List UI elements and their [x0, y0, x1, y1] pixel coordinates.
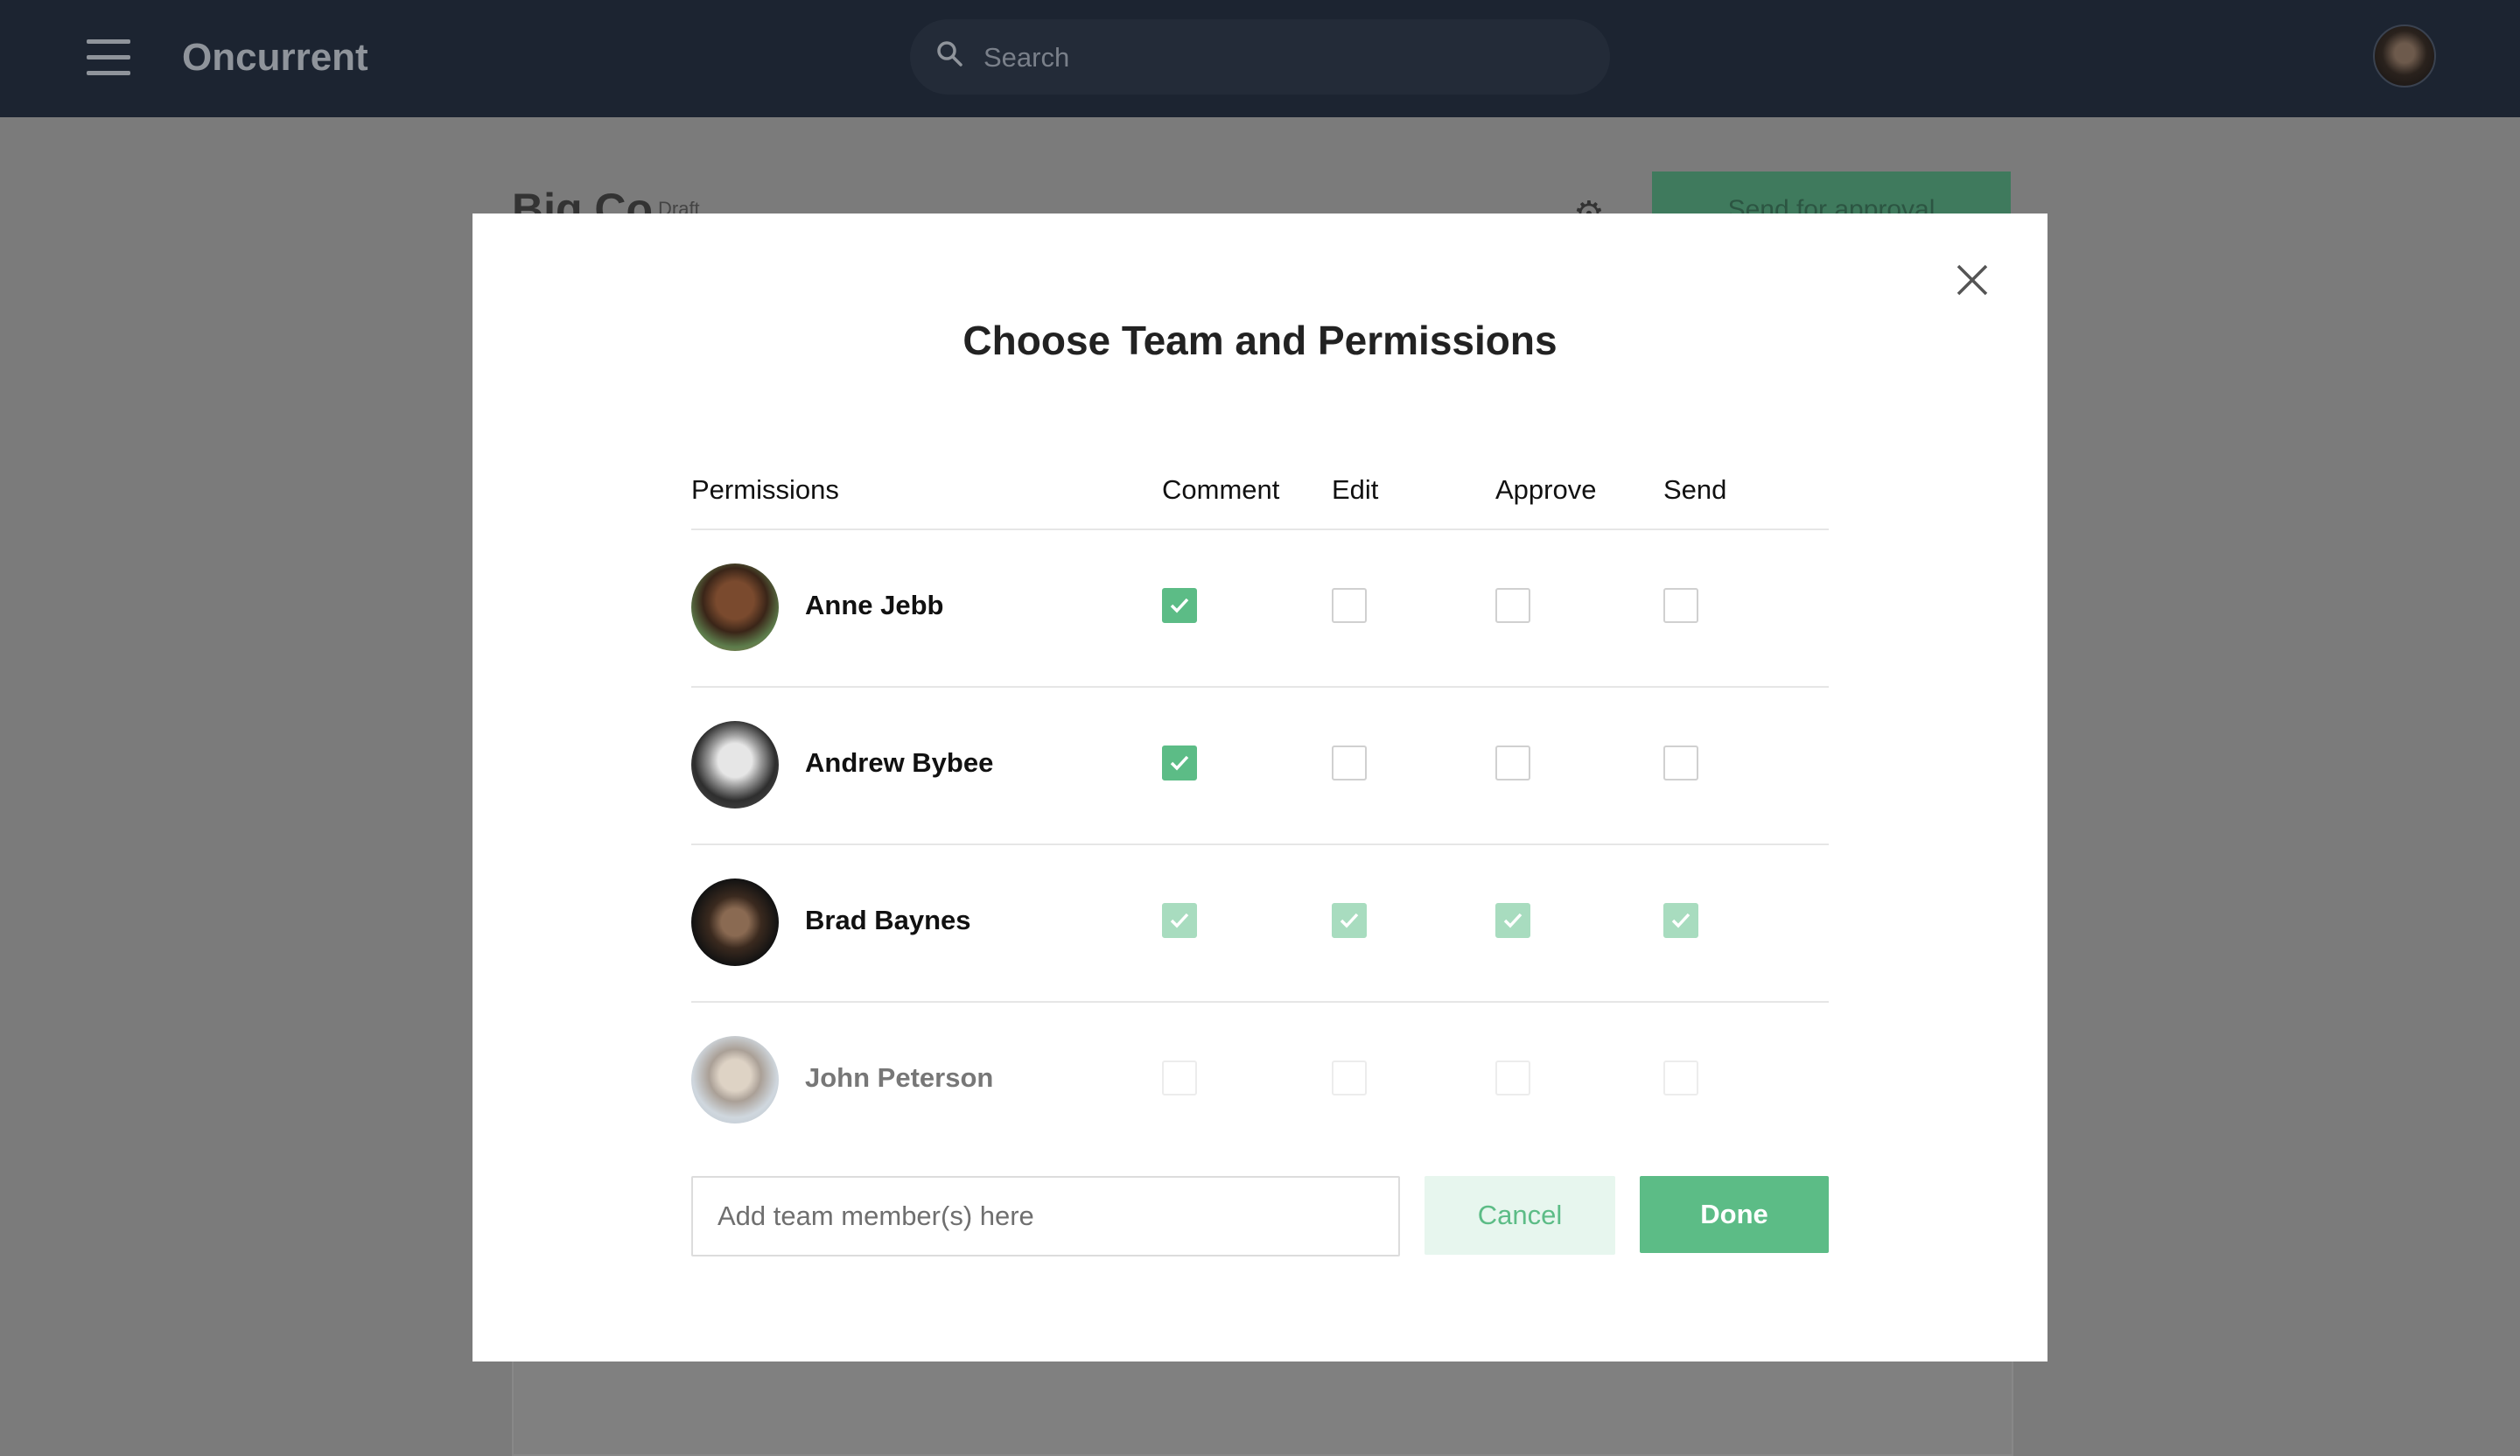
- member-name: John Peterson: [805, 1062, 994, 1093]
- approve-checkbox[interactable]: [1495, 1060, 1530, 1096]
- edit-checkbox[interactable]: [1332, 746, 1367, 780]
- app-brand[interactable]: Oncurrent: [182, 33, 368, 82]
- table-row: Brad Baynes: [691, 845, 1829, 1003]
- done-button[interactable]: Done: [1640, 1176, 1829, 1253]
- table-row: Anne Jebb: [691, 530, 1829, 688]
- approve-checkbox[interactable]: [1495, 746, 1530, 780]
- search-input[interactable]: [982, 19, 1580, 96]
- comment-checkbox[interactable]: [1162, 903, 1197, 938]
- column-header-edit: Edit: [1332, 474, 1379, 505]
- permissions-table: Permissions Comment Edit Approve Send An…: [691, 458, 1829, 1158]
- comment-checkbox[interactable]: [1162, 588, 1197, 623]
- avatar: [691, 1036, 779, 1124]
- search-box[interactable]: [910, 19, 1610, 96]
- close-icon[interactable]: [1951, 259, 1993, 301]
- column-header-comment: Comment: [1162, 474, 1280, 505]
- member-name: Anne Jebb: [805, 590, 944, 620]
- avatar: [691, 878, 779, 966]
- comment-checkbox[interactable]: [1162, 1060, 1197, 1096]
- avatar: [691, 564, 779, 651]
- member-name: Andrew Bybee: [805, 747, 994, 778]
- avatar: [691, 721, 779, 808]
- approve-checkbox[interactable]: [1495, 903, 1530, 938]
- send-checkbox[interactable]: [1663, 588, 1698, 623]
- column-header-permissions: Permissions: [691, 474, 839, 505]
- menu-icon[interactable]: [87, 39, 130, 76]
- edit-checkbox[interactable]: [1332, 1060, 1367, 1096]
- user-avatar[interactable]: [2373, 24, 2436, 88]
- add-team-member-input[interactable]: [691, 1176, 1400, 1256]
- search-icon: [937, 41, 962, 66]
- approve-checkbox[interactable]: [1495, 588, 1530, 623]
- team-permissions-modal: Choose Team and Permissions Permissions …: [472, 214, 2048, 1362]
- edit-checkbox[interactable]: [1332, 588, 1367, 623]
- send-checkbox[interactable]: [1663, 1060, 1698, 1096]
- send-checkbox[interactable]: [1663, 903, 1698, 938]
- column-header-send: Send: [1663, 474, 1727, 505]
- cancel-button[interactable]: Cancel: [1424, 1176, 1615, 1255]
- top-navigation-bar: Oncurrent: [0, 0, 2520, 117]
- send-checkbox[interactable]: [1663, 746, 1698, 780]
- table-row: John Peterson: [691, 1003, 1829, 1158]
- modal-title: Choose Team and Permissions: [962, 318, 1558, 363]
- member-name: Brad Baynes: [805, 905, 971, 935]
- edit-checkbox[interactable]: [1332, 903, 1367, 938]
- table-header: Permissions Comment Edit Approve Send: [691, 458, 1829, 530]
- comment-checkbox[interactable]: [1162, 746, 1197, 780]
- column-header-approve: Approve: [1495, 474, 1597, 505]
- table-row: Andrew Bybee: [691, 688, 1829, 845]
- document-card: [512, 1348, 2013, 1456]
